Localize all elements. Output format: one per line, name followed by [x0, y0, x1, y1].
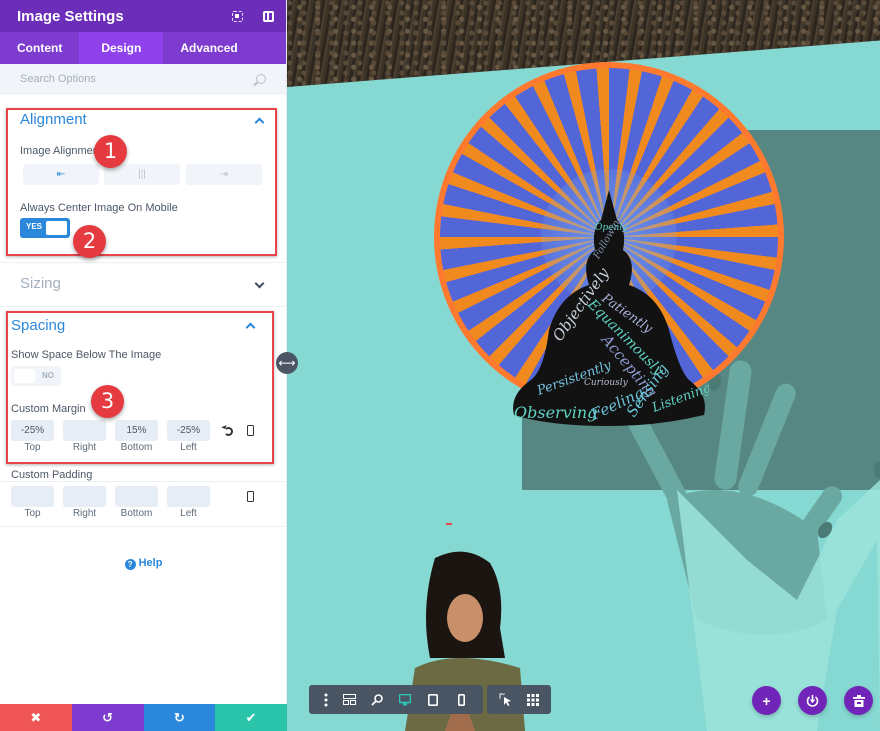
redo-button[interactable]: ↻ — [143, 704, 216, 731]
undo-icon: ↺ — [102, 709, 114, 725]
panel-resize-handle[interactable]: ⟷ — [276, 352, 298, 374]
page-preview-canvas: Openly Following Objectively Patiently E… — [287, 0, 880, 731]
section-divider — [0, 481, 287, 482]
split-view-icon[interactable] — [263, 10, 274, 22]
click-mode-button[interactable] — [491, 685, 519, 714]
view-mode-group — [309, 685, 483, 714]
more-options-button[interactable] — [317, 685, 335, 714]
annotation-box-spacing — [6, 311, 274, 464]
discard-button[interactable]: ✖ — [0, 704, 72, 731]
padding-top-caption: Top — [24, 508, 41, 519]
tab-content[interactable]: Content — [0, 32, 79, 64]
panel-header: Image Settings — [0, 0, 286, 32]
add-module-button[interactable]: + — [752, 686, 781, 715]
wireframe-icon — [342, 694, 356, 705]
close-icon: ✖ — [30, 709, 42, 725]
word-curiously: Curiously — [584, 378, 629, 388]
custom-padding-label: Custom Padding — [11, 469, 93, 481]
padding-left-caption: Left — [180, 508, 197, 519]
padding-right-input[interactable] — [63, 486, 106, 507]
panel-footer: ✖ ↺ ↻ ✔ — [0, 704, 287, 731]
tablet-view-icon — [428, 693, 438, 706]
phone-view-button[interactable] — [447, 685, 475, 714]
wireframe-view-button[interactable] — [335, 685, 363, 714]
focus-mode-icon[interactable] — [232, 10, 243, 22]
tab-advanced[interactable]: Advanced — [163, 32, 254, 64]
save-button[interactable]: ✔ — [215, 704, 287, 731]
responsive-phone-icon[interactable] — [247, 491, 254, 502]
tablet-view-button[interactable] — [419, 685, 447, 714]
section-divider — [0, 306, 287, 307]
chevron-down-icon[interactable] — [254, 278, 265, 289]
panel-title: Image Settings — [17, 7, 124, 25]
section-divider — [0, 262, 287, 263]
search-bar — [0, 64, 286, 94]
clear-layout-button[interactable] — [844, 686, 873, 715]
more-options-icon — [324, 693, 328, 706]
word-observing: Observing — [514, 403, 597, 422]
desktop-view-button[interactable] — [391, 685, 419, 714]
padding-left-input[interactable] — [167, 486, 210, 507]
padding-bottom-input[interactable] — [115, 486, 158, 507]
portability-button[interactable] — [798, 686, 827, 715]
annotation-box-alignment — [6, 108, 277, 256]
search-input[interactable] — [20, 72, 256, 85]
portability-icon — [806, 695, 819, 707]
phone-view-icon — [457, 693, 465, 706]
help-link[interactable]: ? Help — [0, 557, 287, 570]
annotation-badge-2: 2 — [73, 225, 106, 258]
settings-panel: Image Settings Content Design Advanced A… — [0, 0, 287, 731]
click-mode-icon — [498, 693, 511, 706]
annotation-badge-1: 1 — [94, 135, 127, 168]
buddha-silhouette: Openly Following Objectively Patiently E… — [513, 190, 709, 426]
sizing-section-title[interactable]: Sizing — [20, 275, 61, 292]
red-marker — [446, 523, 452, 525]
resize-arrows-icon: ⟷ — [278, 356, 296, 370]
search-icon[interactable] — [256, 73, 266, 84]
padding-bottom-caption: Bottom — [120, 508, 153, 519]
zoom-button[interactable] — [363, 685, 391, 714]
grid-button[interactable] — [519, 685, 547, 714]
zoom-icon — [371, 693, 383, 706]
plus-icon: + — [762, 692, 771, 709]
redo-icon: ↻ — [173, 709, 185, 725]
annotation-badge-3: 3 — [91, 385, 124, 418]
padding-right-caption: Right — [72, 508, 97, 519]
settings-tabs: Content Design Advanced — [0, 32, 286, 64]
builder-toolbar — [309, 685, 551, 714]
desktop-view-icon — [399, 693, 411, 705]
tab-design[interactable]: Design — [79, 32, 164, 64]
grid-icon — [527, 693, 539, 706]
section-divider — [0, 526, 287, 527]
tools-group — [487, 685, 551, 714]
help-label: Help — [138, 557, 163, 569]
undo-button[interactable]: ↺ — [71, 704, 144, 731]
check-icon: ✔ — [245, 709, 257, 725]
padding-top-input[interactable] — [11, 486, 54, 507]
help-icon: ? — [124, 559, 136, 570]
trash-icon — [852, 694, 865, 707]
